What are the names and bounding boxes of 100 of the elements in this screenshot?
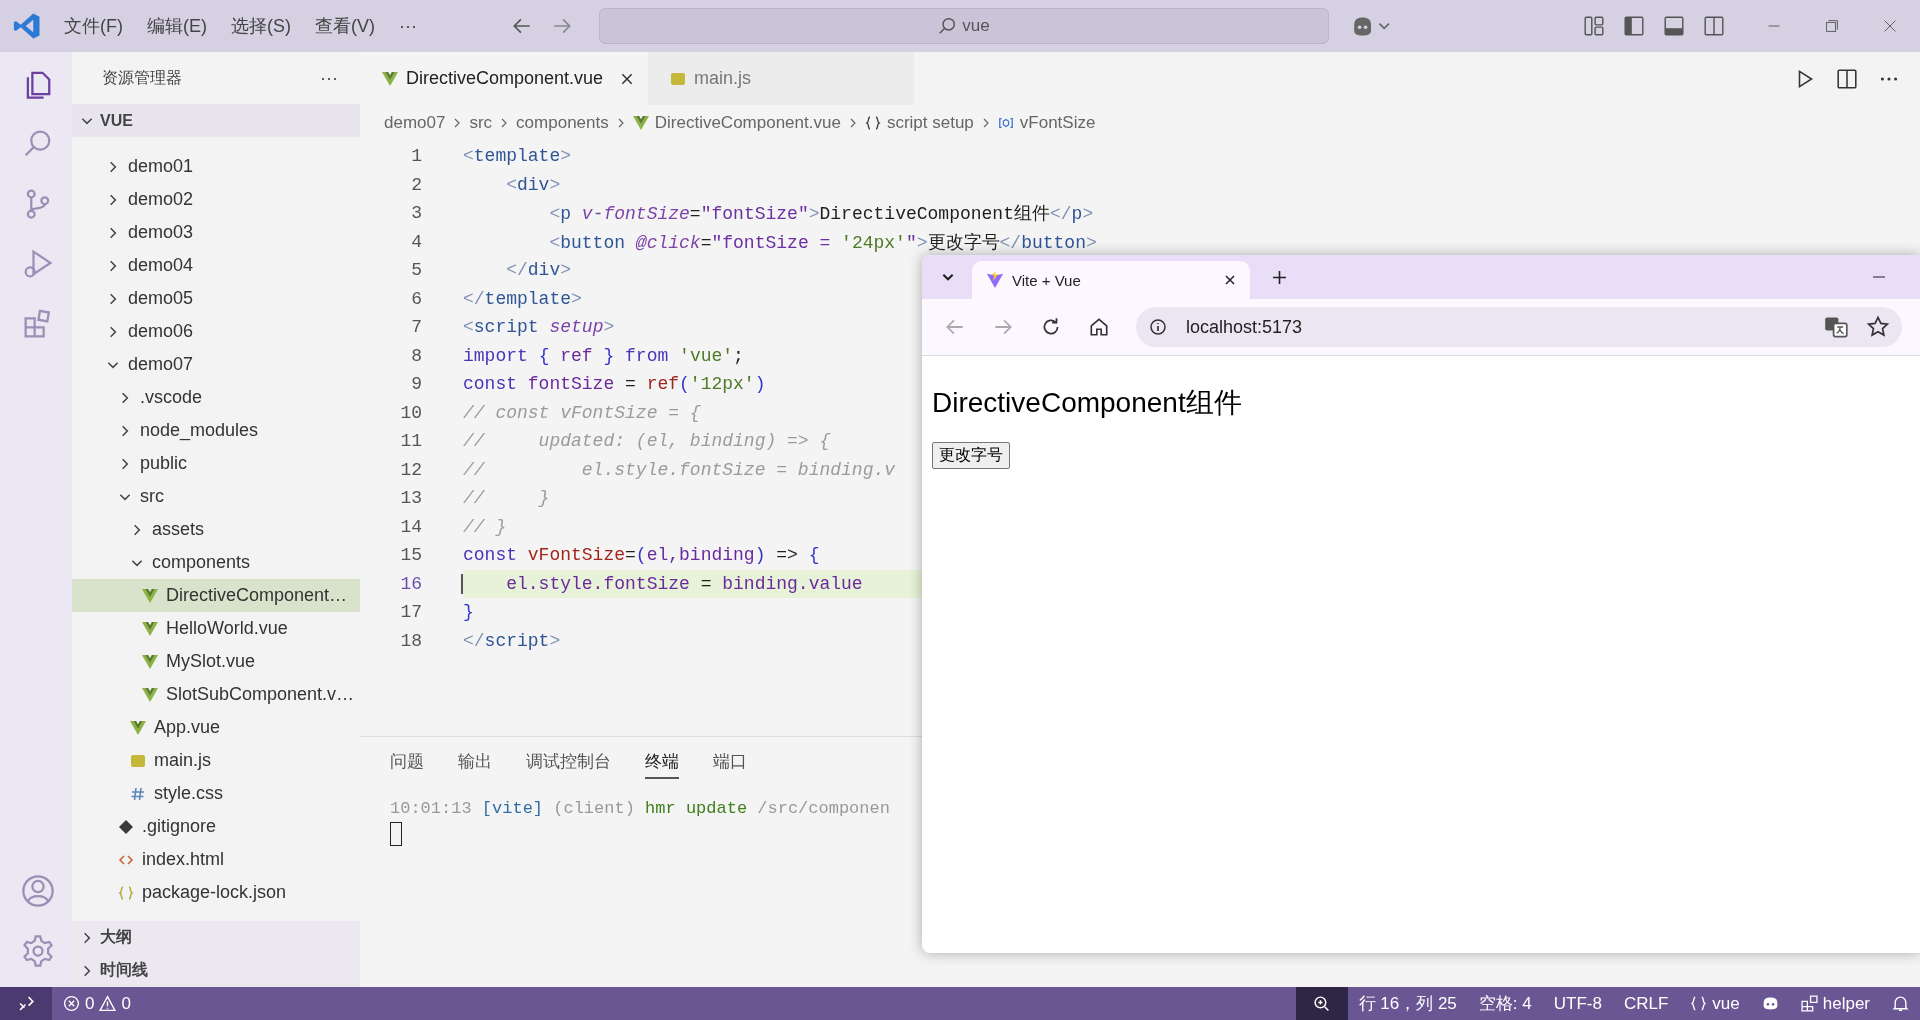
js-file-icon [130,753,146,768]
app-logo[interactable] [12,11,42,41]
code-line: // } [463,516,507,537]
folder-item[interactable]: src [72,480,360,513]
line-number: 17 [399,602,422,623]
code-line: // updated: (el, binding) => { [463,431,831,452]
folder-item[interactable]: node_modules [72,414,360,447]
vue-file-icon [142,621,158,636]
folder-item[interactable]: demo06 [72,315,360,348]
panel-tab[interactable]: 问题 [390,749,424,779]
line-number: 9 [410,374,422,395]
split-editor-icon[interactable] [1836,67,1858,90]
line-number: 1 [410,146,422,167]
file-item[interactable]: DirectiveComponent… [72,579,360,612]
bell-icon[interactable] [1892,995,1909,1012]
file-item[interactable]: SlotSubComponent.v… [72,678,360,711]
folder-item[interactable]: demo01 [72,150,360,183]
code-line: el.style.fontSize = binding.value [461,573,863,594]
file-item[interactable]: App.vue [72,711,360,744]
terminal-line: 10:01:13 [vite] (client) hmr update /src/componen [390,799,891,818]
breadcrumb-item[interactable]: demo07 [384,112,446,133]
more-actions-button[interactable]: ··· [320,67,338,89]
close-icon[interactable] [1224,274,1236,286]
folder-item[interactable]: .vscode [72,381,360,414]
panel-tab[interactable]: 端口 [713,749,747,779]
search-field[interactable]: vue [598,8,1329,44]
translate-icon[interactable] [1824,315,1848,339]
extension-status[interactable]: helper [1789,993,1881,1014]
breadcrumb-item[interactable]: script setup [864,112,974,133]
file-item[interactable]: package-lock.json [72,876,360,909]
menu-item[interactable]: 文件(F) [64,14,123,38]
vue-file-icon [142,654,158,669]
file-item[interactable]: main.js [72,744,360,777]
file-item[interactable]: style.css [72,777,360,810]
section-header[interactable]: 时间线 [72,954,360,987]
panel-toggle-icon[interactable] [1662,15,1685,37]
address-bar[interactable]: localhost:5173 [1136,307,1902,347]
panel-tab[interactable]: 调试控制台 [526,749,611,779]
breadcrumb-item[interactable]: vFontSize [997,112,1096,133]
indentation-setting[interactable]: 空格: 4 [1467,992,1543,1015]
code-line: <button @click="fontSize = '24px'">更改字号</button> [548,231,1097,254]
section-header[interactable]: VUE [72,104,360,137]
browser-tab[interactable]: Vite + Vue [972,261,1250,299]
code-line: const vFontSize=(el,binding) => { [463,545,820,566]
folder-item[interactable]: components [72,546,360,579]
breadcrumb-item[interactable]: DirectiveComponent.vue [632,112,841,133]
line-number: 16 [399,573,422,594]
symbol-icon [997,115,1014,130]
folder-item[interactable]: demo05 [72,282,360,315]
folder-item[interactable]: assets [72,513,360,546]
menu-item[interactable]: ··· [399,15,417,37]
folder-item[interactable]: demo04 [72,249,360,282]
cursor-position[interactable]: 行 16，列 25 [1347,992,1468,1015]
home-icon[interactable] [1088,316,1110,338]
remote-button[interactable] [0,987,52,1020]
star-icon[interactable] [1866,315,1890,339]
section-header[interactable]: 大纲 [72,921,360,954]
line-number: 10 [399,402,422,423]
folder-item[interactable]: public [72,447,360,480]
code-line: } [463,602,474,623]
menu-item[interactable]: 编辑(E) [147,14,207,38]
layout-icon[interactable] [1582,15,1605,37]
line-number: 2 [410,174,422,195]
panel-tab[interactable]: 终端 [645,749,679,779]
file-item[interactable]: index.html [72,843,360,876]
line-number: 12 [399,459,422,480]
menu-item[interactable]: 查看(V) [315,14,375,38]
breadcrumb-item[interactable]: src [469,112,493,133]
page-heading: DirectiveComponent组件 [932,386,1243,420]
folder-item[interactable]: demo07 [72,348,360,381]
split-layout-icon[interactable] [1702,15,1725,37]
change-font-size-button[interactable]: 更改字号 [932,442,1010,469]
angle-brackets-icon [118,852,134,867]
language-mode[interactable]: vue [1679,993,1751,1014]
vue-file-icon [142,687,158,702]
code-line: </script> [463,630,561,651]
breadcrumb-item[interactable]: components [516,112,609,133]
file-item[interactable]: .gitignore [72,810,360,843]
folder-item[interactable]: demo03 [72,216,360,249]
file-item[interactable]: MySlot.vue [72,645,360,678]
robot-icon[interactable] [1761,995,1779,1012]
encoding-setting[interactable]: UTF-8 [1542,993,1613,1014]
menu-item[interactable]: 选择(S) [231,14,291,38]
code-line: const fontSize = ref('12px') [463,374,766,395]
line-number: 6 [410,288,422,309]
file-item[interactable]: HelloWorld.vue [72,612,360,645]
vite-logo [986,271,1004,289]
zoom-button[interactable] [1295,987,1348,1020]
close-icon[interactable] [620,71,634,86]
line-number: 13 [399,488,422,509]
braces-icon [1690,995,1708,1012]
line-ending-setting[interactable]: CRLF [1612,993,1680,1014]
vue-file-icon [632,115,649,130]
new-tab-icon[interactable] [1272,269,1287,285]
problems-button[interactable]: 0 0 [52,993,142,1014]
panel-tab[interactable]: 输出 [458,749,492,779]
folder-item[interactable]: demo02 [72,183,360,216]
sidebar-toggle-icon[interactable] [1622,15,1645,37]
vue-file-icon [130,720,146,735]
editor-tab[interactable]: main.js [648,52,914,105]
